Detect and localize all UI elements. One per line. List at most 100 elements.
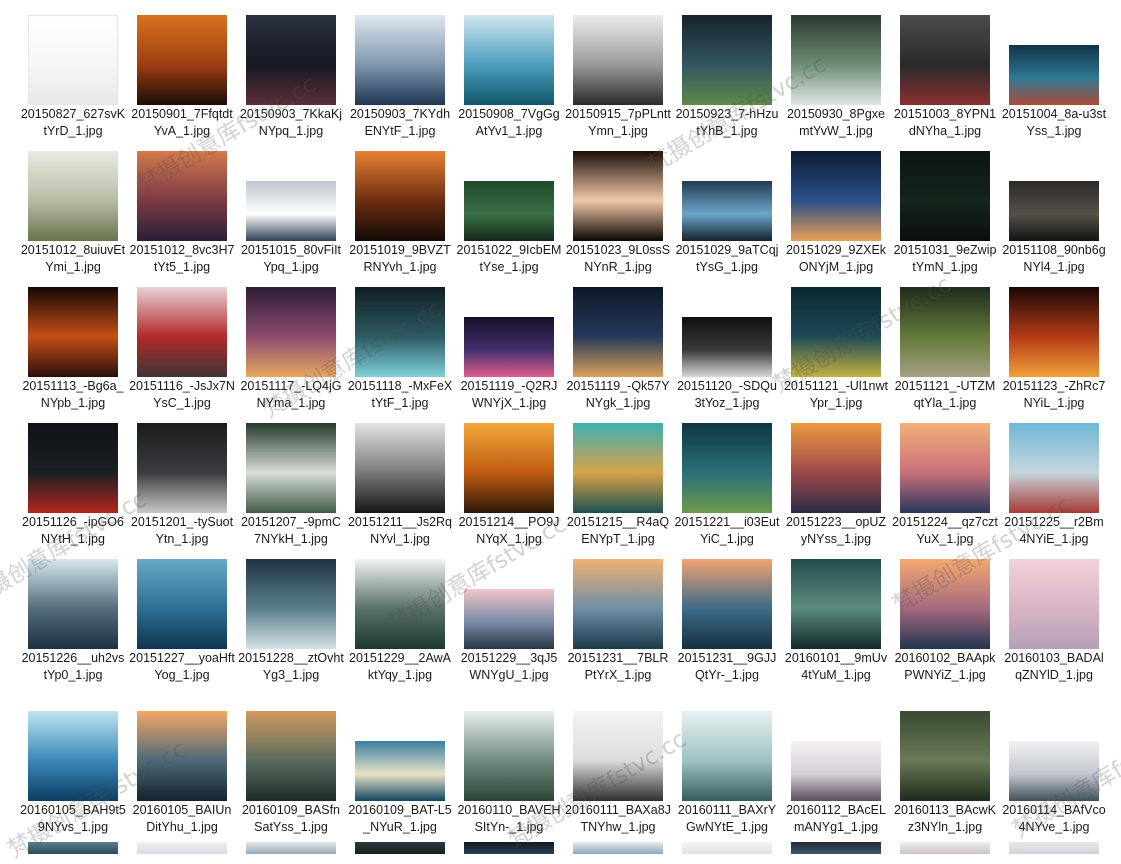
file-name: 20151015_80vFiItYpq_1.jpg [240,243,342,274]
thumbnail-frame [20,145,126,241]
thumbnail-image [573,423,663,513]
file-name: 20151224__qz7cztYuX_1.jpg [892,515,998,546]
file-name: 20151012_8uiuvEtYmi_1.jpg [20,243,126,274]
file-name: 20151228__ztOvhtYg3_1.jpg [238,651,344,682]
thumbnail-image-partial[interactable] [573,842,663,854]
thumbnail-image [682,423,772,513]
thumbnail-image-partial[interactable] [682,842,772,854]
file-name: 20151116_-JsJx7NYsC_1.jpg [129,379,235,410]
file-name: 20151031_9eZwiptYmN_1.jpg [893,243,997,274]
file-name: 20160103_BADAlqZNYlD_1.jpg [1004,651,1104,682]
thumbnail-image [246,711,336,801]
thumbnail-frame [238,281,344,377]
thumbnail-frame [1001,417,1107,513]
thumbnail-frame [783,9,889,105]
thumbnail-image [28,711,118,801]
thumbnail-image-partial[interactable] [464,842,554,854]
file-name: 20151207_-9pmC7NYkH_1.jpg [240,515,342,546]
thumbnail-image [246,559,336,649]
thumbnail-image-partial[interactable] [1009,842,1099,854]
file-name: 20151215__R4aQENYpT_1.jpg [566,515,670,546]
thumbnail-frame [129,145,235,241]
thumbnail-frame [347,281,453,377]
thumbnail-image-partial[interactable] [137,842,227,854]
file-name: 20151119_-Q2RJWNYjX_1.jpg [460,379,558,410]
thumbnail-frame [674,9,780,105]
thumbnail-frame [1001,281,1107,377]
thumbnail-image [464,317,554,377]
file-name: 20151004_8a-u3stYss_1.jpg [1001,107,1107,138]
file-name: 20151108_90nb6gNYl4_1.jpg [1002,243,1106,274]
file-name: 20151003_8YPN1dNYha_1.jpg [893,107,997,138]
thumbnail-frame [674,705,780,801]
thumbnail-image [137,423,227,513]
file-name: 20150908_7VgGgAtYv1_1.jpg [458,107,560,138]
thumbnail-frame [783,145,889,241]
thumbnail-image [355,151,445,241]
thumbnail-image [137,287,227,377]
file-name: 20151029_9aTCqjtYsG_1.jpg [675,243,779,274]
thumbnail-image [900,711,990,801]
file-name: 20151231__7BLRPtYrX_1.jpg [567,651,669,682]
thumbnail-frame [674,145,780,241]
file-name: 20151023_9L0ssSNYnR_1.jpg [565,243,671,274]
thumbnail-frame [783,281,889,377]
thumbnail-image-partial[interactable] [791,842,881,854]
file-name: 20151221__i03EutYiC_1.jpg [674,515,780,546]
thumbnail-image [791,741,881,801]
thumbnail-frame [20,417,126,513]
thumbnail-frame [892,553,998,649]
thumbnail-frame [456,281,562,377]
thumbnail-image-partial[interactable] [355,842,445,854]
thumbnail-image-partial[interactable] [246,842,336,854]
file-name: 20151227__yoaHftYog_1.jpg [129,651,235,682]
file-name: 20151123_-ZhRc7NYiL_1.jpg [1002,379,1106,410]
file-name: 20160111_BAXrYGwNYtE_1.jpg [677,803,777,834]
thumbnail-frame [565,417,671,513]
thumbnail-frame [238,553,344,649]
file-name: 20160105_BAH9t59NYvs_1.jpg [20,803,126,834]
file-name: 20151119_-Qk57YNYgk_1.jpg [566,379,670,410]
file-name: 20160109_BAT-L5_NYuR_1.jpg [348,803,452,834]
thumbnail-image [1009,45,1099,105]
file-name: 20150903_7KYdhENYtF_1.jpg [349,107,451,138]
thumbnail-image [900,15,990,105]
thumbnail-image [246,181,336,241]
thumbnail-image [28,15,118,105]
thumbnail-image [573,287,663,377]
thumbnail-image [682,711,772,801]
file-name: 20150915_7pPLnttYmn_1.jpg [565,107,671,138]
thumbnail-frame [892,417,998,513]
thumbnail-frame [347,553,453,649]
thumbnail-frame [456,553,562,649]
thumbnail-image [464,423,554,513]
thumbnail-image [1009,287,1099,377]
thumbnail-frame [1001,705,1107,801]
thumbnail-image [137,15,227,105]
file-name: 20151225__r2Bm4NYiE_1.jpg [1004,515,1104,546]
thumbnail-frame [892,281,998,377]
thumbnail-frame [783,705,889,801]
thumbnail-image [682,15,772,105]
thumbnail-frame [456,705,562,801]
thumbnail-image [573,15,663,105]
file-name: 20150901_7FfqtdtYvA_1.jpg [131,107,233,138]
thumbnail-image [1009,559,1099,649]
file-name: 20150923_7-hHzutYhB_1.jpg [675,107,779,138]
thumbnail-frame [347,145,453,241]
thumbnail-image [791,287,881,377]
file-name: 20151121_-Ul1nwtYpr_1.jpg [783,379,888,410]
thumbnail-frame [783,553,889,649]
thumbnail-frame [238,417,344,513]
file-name: 20151113_-Bg6a_NYpb_1.jpg [22,379,124,410]
thumbnail-image [791,15,881,105]
thumbnail-image-partial[interactable] [900,842,990,854]
thumbnail-image-partial[interactable] [28,842,118,854]
thumbnail-frame [129,9,235,105]
file-name: 20160101__9mUv4tYuM_1.jpg [784,651,888,682]
thumbnail-frame [892,145,998,241]
thumbnail-frame [892,705,998,801]
thumbnail-frame [20,281,126,377]
file-name: 20151211__Js2RqNYvl_1.jpg [347,515,453,546]
thumbnail-image [28,287,118,377]
